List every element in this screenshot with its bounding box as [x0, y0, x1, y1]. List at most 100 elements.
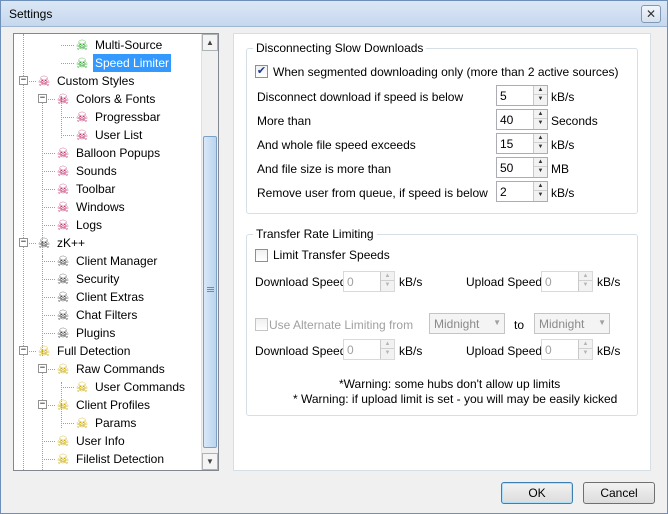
spin-up-icon[interactable]: ▲ — [534, 110, 547, 119]
spin-up-icon[interactable]: ▲ — [534, 158, 547, 167]
skull-yellow-icon: ☠ — [75, 379, 89, 395]
tree-expander-icon[interactable]: − — [19, 346, 28, 355]
download-speed-spinner[interactable]: 0 ▲ ▼ — [343, 271, 395, 292]
tree-branch-line — [42, 279, 55, 280]
tree-expander-icon[interactable]: − — [19, 238, 28, 247]
row-unit-speed-below: kB/s — [551, 90, 575, 104]
tree-item-label: Balloon Popups — [76, 146, 161, 160]
spin-up-icon[interactable]: ▲ — [534, 86, 547, 95]
spin-down-icon[interactable]: ▼ — [534, 191, 547, 200]
spinner-value: 40 — [500, 113, 514, 127]
spin-up-icon[interactable]: ▲ — [381, 272, 394, 281]
row-label-whole-file-speed: And whole file speed exceeds — [257, 138, 416, 152]
spin-down-icon[interactable]: ▼ — [534, 95, 547, 104]
tree-branch-line — [42, 189, 55, 190]
tree-item-label: User List — [95, 128, 143, 142]
window-title: Settings — [9, 7, 53, 21]
tree-item-label: Client Profiles — [76, 398, 151, 412]
transfer-rate-group: Transfer Rate Limiting Limit Transfer Sp… — [246, 227, 638, 416]
title-bar: Settings ✕ — [1, 1, 667, 27]
tree-expander-icon[interactable]: − — [19, 76, 28, 85]
spinner-value: 5 — [500, 89, 507, 103]
skull-yellow-icon: ☠ — [75, 415, 89, 431]
spinner-value: 0 — [545, 343, 552, 357]
tree-guide-line — [42, 256, 43, 356]
skull-green-icon: ☠ — [75, 37, 89, 53]
spin-up-icon[interactable]: ▲ — [381, 340, 394, 349]
tree-item-label: Progressbar — [95, 110, 161, 124]
tree-branch-line — [42, 207, 55, 208]
tree-item-label: Speed Limiter — [93, 54, 172, 72]
limit-transfer-label: Limit Transfer Speeds — [273, 248, 390, 262]
spin-down-icon[interactable]: ▼ — [381, 281, 394, 290]
limit-transfer-checkbox[interactable] — [255, 249, 268, 262]
tree-item-label: User Commands — [95, 380, 186, 394]
upload-speed-spinner[interactable]: 0 ▲ ▼ — [541, 271, 593, 292]
tree-branch-line — [42, 333, 55, 334]
tree-expander-icon[interactable]: − — [38, 94, 47, 103]
transfer-rate-group-label: Transfer Rate Limiting — [253, 227, 377, 241]
file-size-spinner[interactable]: 50 ▲ ▼ — [496, 157, 548, 178]
scroll-up-arrow[interactable]: ▲ — [202, 34, 218, 51]
tree-item-label: Filelist Detection — [76, 452, 165, 466]
alt-upload-speed-spinner[interactable]: 0 ▲ ▼ — [541, 339, 593, 360]
scroll-thumb[interactable] — [203, 136, 217, 448]
tree-branch-line — [42, 315, 55, 316]
grip-icon — [207, 287, 214, 288]
skull-grey-icon: ☠ — [56, 253, 70, 269]
row-unit-remove-user: kB/s — [551, 186, 575, 200]
tree-expander-icon[interactable]: − — [38, 400, 47, 409]
spin-up-icon[interactable]: ▲ — [579, 272, 592, 281]
download-speed-unit: kB/s — [399, 275, 423, 289]
alternate-limiting-checkbox[interactable] — [255, 318, 268, 331]
tree-expander-icon[interactable]: − — [38, 364, 47, 373]
tree-branch-line — [42, 261, 55, 262]
spin-down-icon[interactable]: ▼ — [534, 143, 547, 152]
whole-file-speed-spinner[interactable]: 15 ▲ ▼ — [496, 133, 548, 154]
spin-up-icon[interactable]: ▲ — [579, 340, 592, 349]
spin-up-icon[interactable]: ▲ — [534, 182, 547, 191]
ok-button[interactable]: OK — [501, 482, 573, 504]
cancel-button[interactable]: Cancel — [583, 482, 655, 504]
tree-item-label: Custom Styles — [57, 74, 135, 88]
row-label-file-size: And file size is more than — [257, 162, 392, 176]
spin-down-icon[interactable]: ▼ — [579, 281, 592, 290]
tree-item-label: Colors & Fonts — [76, 92, 156, 106]
more-than-spinner[interactable]: 40 ▲ ▼ — [496, 109, 548, 130]
segmented-checkbox[interactable]: ✔ — [255, 65, 268, 78]
spin-up-icon[interactable]: ▲ — [534, 134, 547, 143]
spin-down-icon[interactable]: ▼ — [579, 349, 592, 358]
skull-grey-icon: ☠ — [56, 307, 70, 323]
alt-download-speed-unit: kB/s — [399, 344, 423, 358]
tree-branch-line — [61, 117, 74, 118]
from-time-value: Midnight — [434, 317, 480, 331]
scroll-down-arrow[interactable]: ▼ — [202, 453, 218, 470]
to-time-select[interactable]: Midnight ▼ — [534, 313, 610, 334]
speed-below-spinner[interactable]: 5 ▲ ▼ — [496, 85, 548, 106]
slow-downloads-group: Disconnecting Slow Downloads ✔ When segm… — [246, 41, 638, 214]
row-unit-whole-file-speed: kB/s — [551, 138, 575, 152]
spin-down-icon[interactable]: ▼ — [534, 167, 547, 176]
skull-grey-icon: ☠ — [56, 289, 70, 305]
skull-yellow-icon: ☠ — [56, 433, 70, 449]
tree-branch-line — [42, 441, 55, 442]
from-time-select[interactable]: Midnight ▼ — [429, 313, 505, 334]
tree-item-label: zK++ — [57, 236, 86, 250]
skull-pink-icon: ☠ — [37, 73, 51, 89]
chevron-down-icon: ▼ — [493, 318, 501, 327]
spinner-value: 0 — [347, 275, 354, 289]
spinner-value: 50 — [500, 161, 514, 175]
tree-guide-line — [23, 34, 24, 470]
spin-down-icon[interactable]: ▼ — [534, 119, 547, 128]
skull-pink-icon: ☠ — [75, 109, 89, 125]
tree-branch-line — [42, 297, 55, 298]
skull-pink-icon: ☠ — [56, 217, 70, 233]
settings-tree: ☠ Multi-Source ☠ Speed Limiter − ☠ Custom Styl… — [13, 33, 219, 471]
spin-down-icon[interactable]: ▼ — [381, 349, 394, 358]
remove-user-spinner[interactable]: 2 ▲ ▼ — [496, 181, 548, 202]
tree-scrollbar[interactable]: ▲ ▼ — [201, 34, 218, 470]
close-button[interactable]: ✕ — [641, 5, 661, 23]
alt-download-speed-spinner[interactable]: 0 ▲ ▼ — [343, 339, 395, 360]
spinner-value: 0 — [545, 275, 552, 289]
tree-guide-line — [42, 364, 43, 470]
